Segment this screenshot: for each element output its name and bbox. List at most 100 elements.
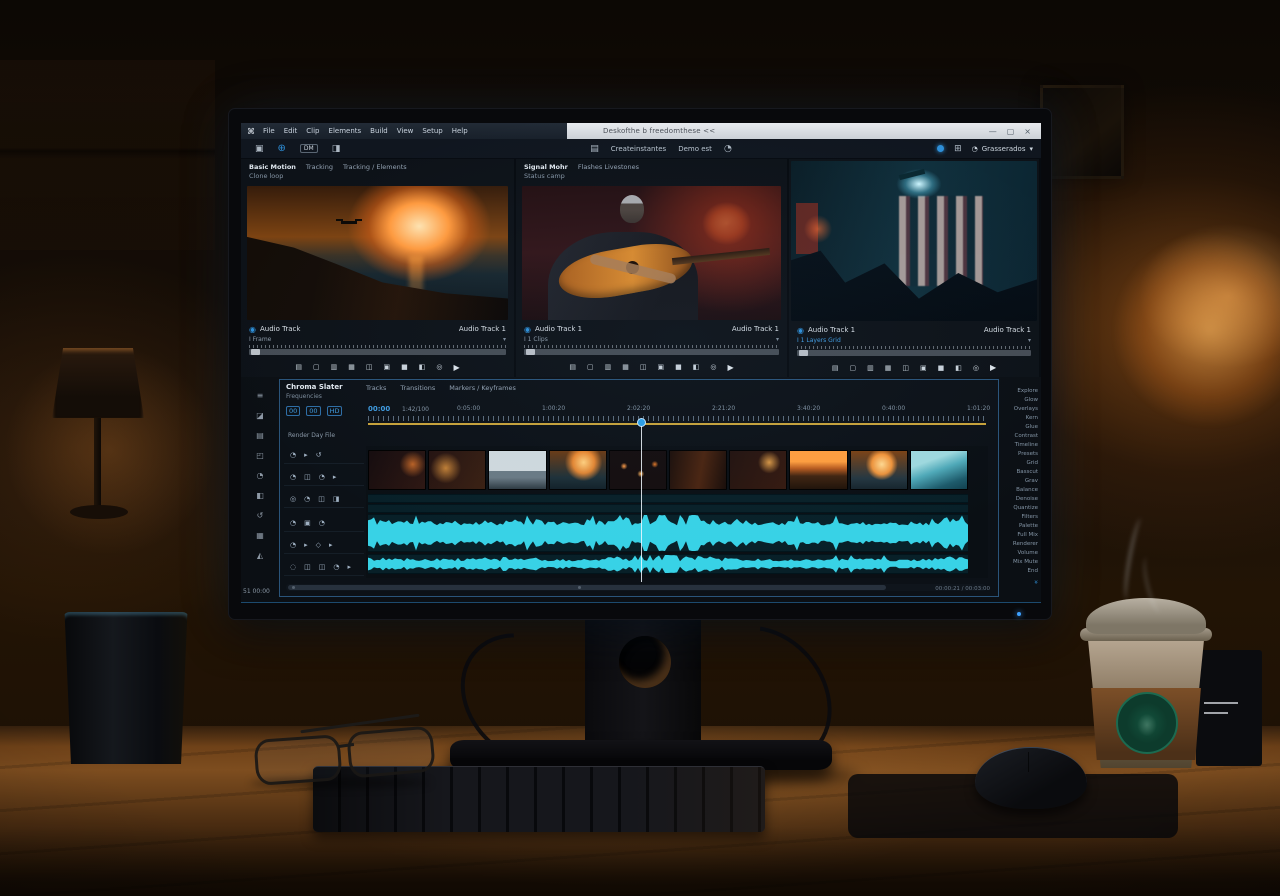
- panel-subtab[interactable]: Status camp: [516, 172, 787, 185]
- sync-icon[interactable]: ◔: [724, 144, 732, 154]
- track-control-icon[interactable]: ◎: [290, 495, 296, 503]
- clip-thumbnail-ocean[interactable]: [910, 450, 968, 490]
- play-icon[interactable]: ▶: [727, 363, 733, 372]
- sync-icon[interactable]: ◎: [436, 363, 442, 371]
- select-tool-icon[interactable]: ◪: [256, 411, 264, 420]
- timeline-tab[interactable]: Tracks: [366, 384, 386, 392]
- scrubber[interactable]: [524, 345, 779, 357]
- timeline-tab[interactable]: Markers / Keyframes: [449, 384, 516, 392]
- create-button[interactable]: Createinstantes: [611, 145, 666, 153]
- workspace-dropdown[interactable]: ◔ Grasserados ▾: [972, 145, 1033, 153]
- collapse-icon[interactable]: ▾: [503, 336, 506, 345]
- scrubber[interactable]: [797, 346, 1031, 358]
- layer-item[interactable]: Quantize: [1013, 504, 1038, 513]
- menu-tool-icon[interactable]: ≡: [257, 391, 264, 400]
- layer-item[interactable]: Glow: [1024, 396, 1038, 405]
- expand-chevron-icon[interactable]: »: [1032, 580, 1040, 584]
- layer-item[interactable]: Presets: [1018, 450, 1038, 459]
- menu-item-build[interactable]: Build: [370, 127, 388, 135]
- split-icon[interactable]: ◫: [366, 363, 373, 371]
- scrubber-handle[interactable]: [251, 349, 260, 355]
- panel-tab[interactable]: Signal Mohr: [524, 163, 568, 171]
- split-icon[interactable]: ◫: [640, 363, 647, 371]
- menu-item-file[interactable]: File: [263, 127, 275, 135]
- video-preview-coast-drone[interactable]: [247, 186, 508, 320]
- loop-icon[interactable]: ▢: [587, 363, 594, 371]
- audio-waveform-track[interactable]: [368, 514, 968, 552]
- panel-tab[interactable]: Flashes Livestones: [578, 163, 639, 171]
- scrubber-track[interactable]: [249, 349, 506, 355]
- scrubber[interactable]: [249, 345, 506, 357]
- layer-item[interactable]: Balance: [1016, 486, 1038, 495]
- track-control-icon[interactable]: ↺: [316, 451, 322, 459]
- crop-tool-icon[interactable]: ◰: [256, 451, 264, 460]
- track-control-icon[interactable]: ◔: [290, 451, 296, 459]
- close-button[interactable]: ×: [1024, 127, 1031, 136]
- media-icon[interactable]: ◨: [332, 144, 341, 154]
- layer-item[interactable]: Glue: [1025, 423, 1038, 432]
- track-control-icon[interactable]: ▸: [304, 541, 308, 549]
- track-control-icon[interactable]: ◔: [290, 519, 296, 527]
- audio-waveform-track[interactable]: [368, 504, 968, 513]
- layer-item[interactable]: End: [1028, 567, 1038, 576]
- track-control-icon[interactable]: ◌: [290, 563, 296, 571]
- grid-icon[interactable]: ▣: [383, 363, 390, 371]
- clip-thumbnail-guitarist[interactable]: [729, 450, 787, 490]
- menu-item-help[interactable]: Help: [452, 127, 468, 135]
- overlay-icon[interactable]: ◧: [955, 364, 962, 372]
- track-control-icon[interactable]: ▸: [329, 541, 333, 549]
- track-control-icon[interactable]: ◔: [290, 473, 296, 481]
- undo-tool-icon[interactable]: ↺: [257, 511, 264, 520]
- rows-icon[interactable]: ▦: [622, 363, 629, 371]
- add-icon[interactable]: ⊕: [278, 143, 286, 154]
- minimize-button[interactable]: —: [989, 127, 997, 136]
- track-control-icon[interactable]: ▸: [333, 473, 337, 481]
- track-control-icon[interactable]: ◫: [304, 473, 311, 481]
- track-control-icon[interactable]: ◔: [319, 473, 325, 481]
- track-control-icon[interactable]: ◔: [290, 541, 296, 549]
- layer-item[interactable]: Palette: [1019, 522, 1038, 531]
- clip-thumbnail-guitar-warm[interactable]: [428, 450, 486, 490]
- track-control-icon[interactable]: ◔: [304, 495, 310, 503]
- collapse-icon[interactable]: ▾: [776, 336, 779, 345]
- clip-thumbnail-warm-interior[interactable]: [669, 450, 727, 490]
- mouse[interactable]: [975, 747, 1087, 809]
- rows-icon[interactable]: ▦: [885, 364, 892, 372]
- overlay-icon[interactable]: ◧: [419, 363, 426, 371]
- sync-icon[interactable]: ◎: [710, 363, 716, 371]
- grid-icon[interactable]: ▣: [657, 363, 664, 371]
- mark-out-icon[interactable]: ▥: [331, 363, 338, 371]
- dm-badge[interactable]: DM: [300, 144, 318, 153]
- track-control-icon[interactable]: ◫: [318, 495, 325, 503]
- mark-out-icon[interactable]: ▥: [867, 364, 874, 372]
- video-preview-guitarist[interactable]: [522, 186, 781, 320]
- menu-item-clip[interactable]: Clip: [306, 127, 319, 135]
- panel-subtab[interactable]: Clone loop: [241, 172, 514, 185]
- track-control-icon[interactable]: ▸: [347, 563, 351, 571]
- clock-tool-icon[interactable]: ◔: [257, 471, 264, 480]
- grid-tool-icon[interactable]: ▦: [256, 531, 264, 540]
- menu-item-edit[interactable]: Edit: [284, 127, 298, 135]
- play-icon[interactable]: ▶: [453, 363, 459, 372]
- panel-tab[interactable]: Tracking: [306, 163, 333, 171]
- panel-tab[interactable]: Basic Motion: [249, 163, 296, 171]
- track-control-icon[interactable]: ▣: [304, 519, 311, 527]
- counter-badge[interactable]: 00: [306, 406, 320, 416]
- clip-thumbnail-snow-mountain[interactable]: [488, 450, 546, 490]
- clip-thumbnail-sunset-mountain[interactable]: [789, 450, 847, 490]
- mark-in-icon[interactable]: ▤: [295, 363, 302, 371]
- scrollbar-thumb[interactable]: [288, 585, 886, 590]
- track-control-icon[interactable]: ◔: [319, 519, 325, 527]
- apple-menu-icon[interactable]: ⌘: [247, 127, 255, 136]
- track-control-icon[interactable]: ◇: [316, 541, 321, 549]
- menu-item-view[interactable]: View: [397, 127, 414, 135]
- layer-item[interactable]: Volume: [1018, 549, 1038, 558]
- loop-icon[interactable]: ▢: [849, 364, 856, 372]
- counter-badge[interactable]: 00: [286, 406, 300, 416]
- layout-grid-icon[interactable]: ⊞: [954, 144, 962, 154]
- stop-icon[interactable]: ■: [938, 364, 945, 372]
- clipboard-icon[interactable]: ▤: [590, 144, 599, 154]
- collapse-icon[interactable]: ▾: [1028, 337, 1031, 346]
- scrubber-track[interactable]: [524, 349, 779, 355]
- sync-icon[interactable]: ◎: [973, 364, 979, 372]
